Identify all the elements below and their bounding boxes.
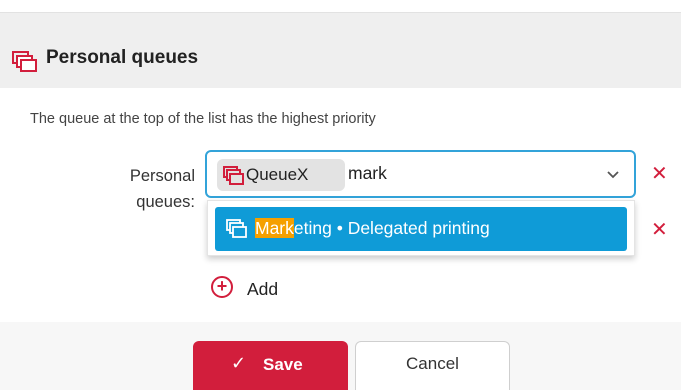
search-text-input[interactable]: mark [348, 163, 387, 184]
plus-circle-icon: + [211, 276, 233, 298]
queue-dropdown: Marketing • Delegated printing [207, 200, 635, 256]
match-highlight: Mark [255, 218, 294, 238]
add-label: Add [247, 279, 279, 299]
queue-chip-label: QueueX [246, 165, 309, 184]
cancel-button[interactable]: Cancel [355, 341, 510, 390]
save-button[interactable]: ✓ Save [193, 341, 348, 390]
remove-queue-icon[interactable]: ✕ [651, 161, 668, 186]
chevron-down-icon[interactable] [605, 168, 621, 180]
remove-row-icon[interactable]: ✕ [651, 217, 668, 242]
dialog-header: Personal queues [0, 12, 681, 88]
personal-queues-label: Personal queues: [129, 167, 195, 211]
queue-icon [223, 166, 244, 185]
personal-queues-select[interactable]: QueueX mark [205, 150, 636, 198]
option-label: Marketing • Delegated printing [255, 218, 490, 239]
option-label-rest: eting • Delegated printing [293, 218, 490, 238]
queue-icon [226, 219, 247, 238]
priority-hint: The queue at the top of the list has the… [30, 111, 376, 127]
check-icon: ✓ [231, 353, 247, 373]
save-label: Save [263, 355, 303, 374]
queue-chip[interactable]: QueueX [217, 159, 345, 191]
queue-icon [12, 51, 37, 72]
top-strip [0, 0, 681, 12]
dropdown-option[interactable]: Marketing • Delegated printing [215, 207, 627, 251]
dialog-title: Personal queues [46, 47, 199, 68]
personal-queues-dialog: Personal queues The queue at the top of … [0, 0, 681, 390]
